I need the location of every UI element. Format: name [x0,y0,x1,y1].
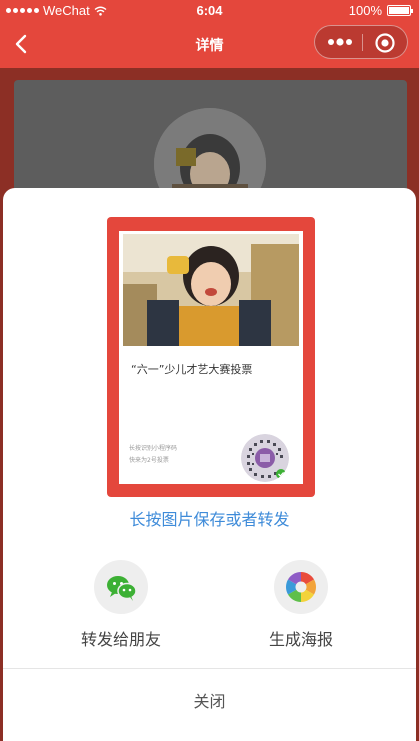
miniprogram-code [241,434,289,482]
status-bar: WeChat 6:04 100% [0,0,419,20]
battery-status: 100% [348,3,413,18]
share-to-friend-button[interactable]: 转发给朋友 [51,560,191,650]
poster-frame[interactable]: “六一”少儿才艺大赛投票 长按识别小程序码 快来为2号投票 [107,217,315,497]
poster-hint: 快来为2号投票 [129,457,169,464]
more-icon[interactable] [327,35,353,49]
close-button[interactable]: 关闭 [3,669,416,731]
nav-bar: 详情 [0,20,419,68]
poster-title: “六一”少儿才艺大赛投票 [131,363,253,376]
wechat-icon-circle [94,560,148,614]
generate-poster-button[interactable]: 生成海报 [231,560,371,650]
save-hint: 长按图片保存或者转发 [129,510,290,529]
aperture-icon [285,572,317,602]
share-label: 转发给朋友 [80,630,161,649]
poster-card: “六一”少儿才艺大赛投票 长按识别小程序码 快来为2号投票 [119,231,303,484]
capsule-divider [362,34,363,51]
battery-percent: 100% [348,3,382,18]
poster-hint: 长按识别小程序码 [129,445,178,452]
wechat-icon [107,576,137,601]
poster-photo [123,234,299,346]
close-miniprogram-icon[interactable] [374,32,396,54]
poster-label: 生成海报 [268,630,333,649]
battery-icon [387,5,413,16]
aperture-icon-circle [274,560,328,614]
share-sheet: “六一”少儿才艺大赛投票 长按识别小程序码 快来为2号投票 长按图片保存或者转发… [3,188,416,741]
menu-capsule [314,25,408,59]
